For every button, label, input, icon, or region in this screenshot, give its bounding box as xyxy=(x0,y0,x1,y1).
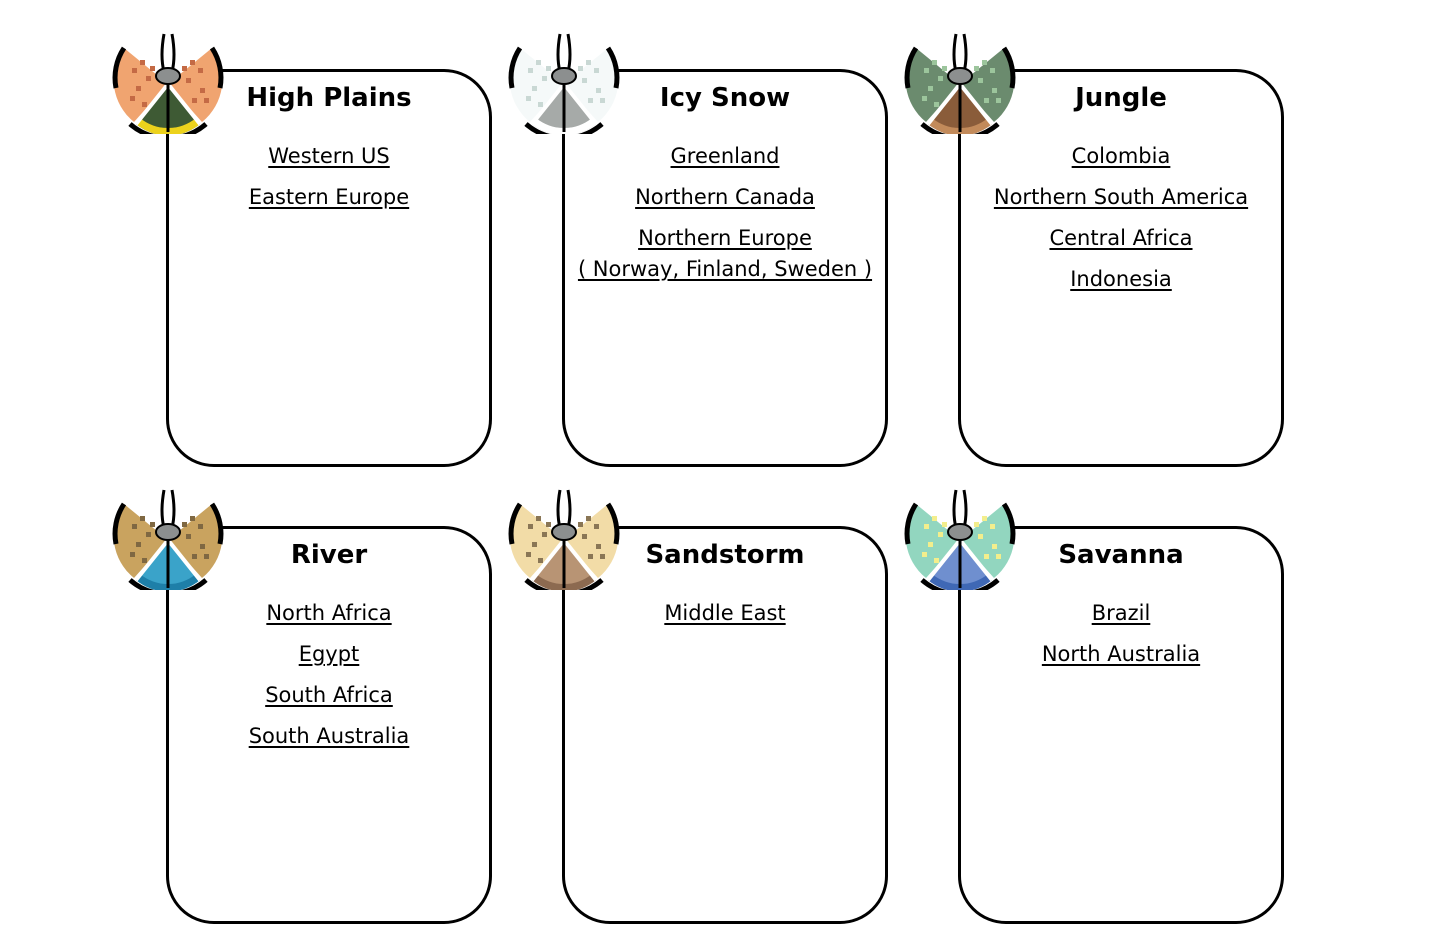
river-region-list: North Africa Egypt South Africa South Austr… xyxy=(169,598,489,762)
region-link-text: Northern Europe xyxy=(638,226,812,250)
region-link-text: South Australia xyxy=(248,724,410,748)
region-link-text: South Africa xyxy=(265,683,393,707)
region-link-colombia[interactable]: Colombia xyxy=(961,141,1281,172)
icy-snow-emblem-icon xyxy=(502,26,626,134)
region-link-north-australia[interactable]: North Australia xyxy=(961,639,1281,670)
region-link-greenland[interactable]: Greenland xyxy=(565,141,885,172)
region-link-text: Indonesia xyxy=(1070,267,1172,291)
jungle-region-list: Colombia Northern South America Central Af… xyxy=(961,141,1281,305)
region-link-brazil[interactable]: Brazil xyxy=(961,598,1281,629)
region-link-text: Eastern Europe xyxy=(248,185,410,209)
region-link-northern-canada[interactable]: Northern Canada xyxy=(565,182,885,213)
region-link-central-africa[interactable]: Central Africa xyxy=(961,223,1281,254)
region-link-text: Northern South America xyxy=(993,185,1249,209)
region-link-text: Northern Canada xyxy=(635,185,815,209)
region-link-middle-east[interactable]: Middle East xyxy=(565,598,885,629)
high-plains-emblem-icon xyxy=(106,26,230,134)
region-link-south-africa[interactable]: South Africa xyxy=(169,680,489,711)
region-link-text: Colombia xyxy=(1071,144,1171,168)
region-link-text: North Africa xyxy=(266,601,392,625)
region-link-text: Central Africa xyxy=(1049,226,1193,250)
region-link-text: Middle East xyxy=(664,601,786,625)
region-link-text: Greenland xyxy=(670,144,780,168)
sandstorm-emblem-icon xyxy=(502,482,626,590)
region-link-text: Egypt xyxy=(298,642,360,666)
region-link-south-australia[interactable]: South Australia xyxy=(169,721,489,752)
region-link-text: North Australia xyxy=(1041,642,1201,666)
high-plains-region-list: Western US Eastern Europe xyxy=(169,141,489,223)
river-emblem-icon xyxy=(106,482,230,590)
icy-snow-region-list: Greenland Northern Canada Northern Europe (… xyxy=(565,141,885,295)
region-link-text: Brazil xyxy=(1091,601,1151,625)
region-link-eastern-europe[interactable]: Eastern Europe xyxy=(169,182,489,213)
region-link-egypt[interactable]: Egypt xyxy=(169,639,489,670)
region-link-northern-south-america[interactable]: Northern South America xyxy=(961,182,1281,213)
region-link-text: ( Norway, Finland, Sweden ) xyxy=(577,257,873,281)
region-link-western-us[interactable]: Western US xyxy=(169,141,489,172)
savanna-region-list: Brazil North Australia xyxy=(961,598,1281,680)
region-link-indonesia[interactable]: Indonesia xyxy=(961,264,1281,295)
region-link-text: Western US xyxy=(268,144,390,168)
jungle-emblem-icon xyxy=(898,26,1022,134)
sandstorm-region-list: Middle East xyxy=(565,598,885,639)
region-link-north-africa[interactable]: North Africa xyxy=(169,598,489,629)
savanna-emblem-icon xyxy=(898,482,1022,590)
region-link-northern-europe[interactable]: Northern Europe ( Norway, Finland, Sweden… xyxy=(565,223,885,285)
